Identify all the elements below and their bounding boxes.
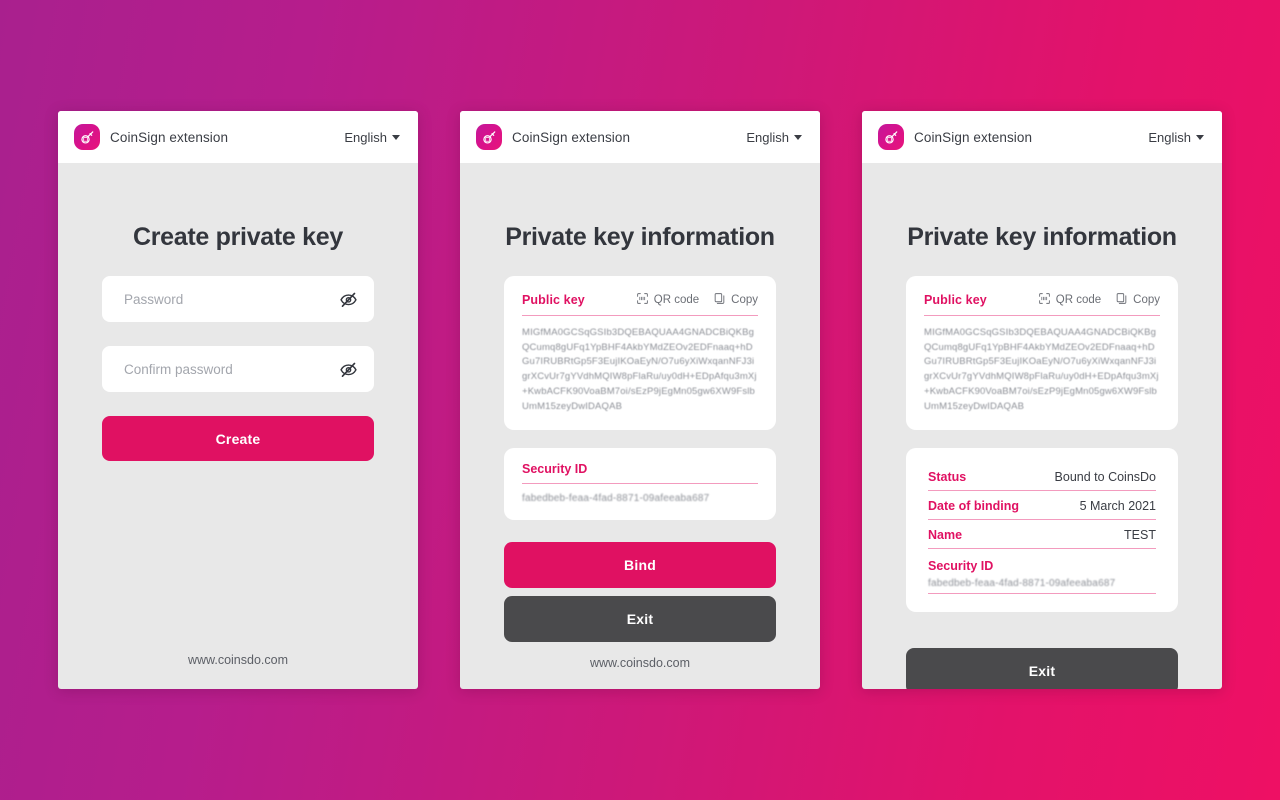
- confirm-password-field[interactable]: [102, 346, 374, 392]
- brand-name: CoinSign extension: [110, 129, 229, 145]
- detail-key: Status: [928, 470, 967, 485]
- brand-name: CoinSign extension: [914, 129, 1033, 145]
- brand: CoinSign extension: [74, 124, 228, 150]
- language-label: English: [746, 129, 789, 145]
- public-key-label: Public key: [924, 293, 987, 307]
- security-id-panel: Security ID fabedbeb-feaa-4fad-8871-09af…: [504, 448, 776, 521]
- qr-code-button[interactable]: QR code: [1038, 292, 1101, 308]
- detail-key: Date of binding: [928, 499, 1019, 514]
- security-id-value: fabedbeb-feaa-4fad-8871-09afeeaba687: [928, 578, 1116, 590]
- page-title: Create private key: [132, 223, 343, 251]
- create-button[interactable]: Create: [102, 416, 374, 461]
- copy-label: Copy: [731, 294, 758, 306]
- footer-url: www.coinsdo.com: [589, 656, 691, 671]
- bind-button[interactable]: Bind: [504, 542, 776, 589]
- card-private-key-information-unbound: CoinSign extension English Private key i…: [460, 111, 820, 689]
- detail-row-date-of-binding: Date of binding 5 March 2021: [928, 491, 1156, 521]
- coinsign-logo-icon: [74, 124, 100, 150]
- card-body: Create private key Password Confirm pass…: [58, 163, 418, 689]
- public-key-actions: QR code Copy: [1038, 292, 1160, 308]
- exit-button[interactable]: Exit: [906, 648, 1178, 689]
- page-title: Private key information: [505, 223, 775, 251]
- public-key-value: MIGfMA0GCSqGSIb3DQEBAQUAA4GNADCBiQKBgQCu…: [924, 327, 1159, 412]
- eye-slash-icon[interactable]: [339, 360, 358, 379]
- card-body: Private key information Public key QR co…: [460, 163, 820, 689]
- security-id-value: fabedbeb-feaa-4fad-8871-09afeeaba687: [522, 493, 710, 505]
- copy-icon: [1115, 292, 1128, 308]
- qr-code-icon: [636, 292, 649, 308]
- copy-button[interactable]: Copy: [1115, 292, 1160, 308]
- brand: CoinSign extension: [878, 124, 1032, 150]
- chevron-down-icon: [794, 135, 802, 140]
- qr-code-icon: [1038, 292, 1051, 308]
- copy-icon: [713, 292, 726, 308]
- copy-label: Copy: [1133, 294, 1160, 306]
- language-label: English: [344, 129, 387, 145]
- coinsign-logo-icon: [878, 124, 904, 150]
- detail-key: Security ID: [928, 559, 994, 574]
- security-id-label: Security ID: [522, 462, 758, 485]
- detail-row-status: Status Bound to CoinsDo: [928, 462, 1156, 492]
- qr-code-label: QR code: [1055, 294, 1102, 306]
- detail-key: Name: [928, 528, 963, 543]
- public-key-panel: Public key QR code Copy MIGfMA0GCSqGSIb3…: [906, 276, 1178, 431]
- detail-value: TEST: [1124, 528, 1156, 543]
- copy-button[interactable]: Copy: [713, 292, 758, 308]
- card-body: Private key information Public key QR co…: [862, 163, 1222, 689]
- card-header: CoinSign extension English: [58, 111, 418, 163]
- qr-code-label: QR code: [653, 294, 700, 306]
- chevron-down-icon: [392, 135, 400, 140]
- password-field[interactable]: [102, 276, 374, 322]
- coinsign-logo-icon: [476, 124, 502, 150]
- language-selector[interactable]: English: [1148, 130, 1204, 145]
- brand-name: CoinSign extension: [512, 129, 631, 145]
- language-selector[interactable]: English: [344, 130, 400, 145]
- card-create-private-key: CoinSign extension English Create privat…: [58, 111, 418, 689]
- chevron-down-icon: [1196, 135, 1204, 140]
- language-label: English: [1148, 129, 1191, 145]
- public-key-header: Public key QR code Copy: [924, 292, 1160, 316]
- detail-row-name: Name TEST: [928, 520, 1156, 550]
- card-private-key-information-bound: CoinSign extension English Private key i…: [862, 111, 1222, 689]
- detail-row-security-id: Security ID fabedbeb-feaa-4fad-8871-09af…: [928, 549, 1156, 595]
- public-key-panel: Public key QR code Copy MIGfMA0GCSqGSIb3…: [504, 276, 776, 431]
- confirm-password-input[interactable]: [124, 361, 339, 377]
- qr-code-button[interactable]: QR code: [636, 292, 699, 308]
- brand: CoinSign extension: [476, 124, 630, 150]
- public-key-value: MIGfMA0GCSqGSIb3DQEBAQUAA4GNADCBiQKBgQCu…: [522, 327, 757, 412]
- exit-button[interactable]: Exit: [504, 596, 776, 643]
- password-input[interactable]: [124, 291, 339, 307]
- page-title: Private key information: [907, 223, 1177, 251]
- binding-details-panel: Status Bound to CoinsDo Date of binding …: [906, 448, 1178, 613]
- detail-value: 5 March 2021: [1079, 499, 1156, 514]
- card-header: CoinSign extension English: [460, 111, 820, 163]
- card-header: CoinSign extension English: [862, 111, 1222, 163]
- screen: CoinSign extension English Create privat…: [0, 0, 1280, 800]
- footer-url: www.coinsdo.com: [187, 653, 289, 667]
- public-key-actions: QR code Copy: [636, 292, 758, 308]
- eye-slash-icon[interactable]: [339, 290, 358, 309]
- detail-value: Bound to CoinsDo: [1054, 470, 1156, 485]
- public-key-label: Public key: [522, 293, 585, 307]
- public-key-header: Public key QR code Copy: [522, 292, 758, 316]
- language-selector[interactable]: English: [746, 130, 802, 145]
